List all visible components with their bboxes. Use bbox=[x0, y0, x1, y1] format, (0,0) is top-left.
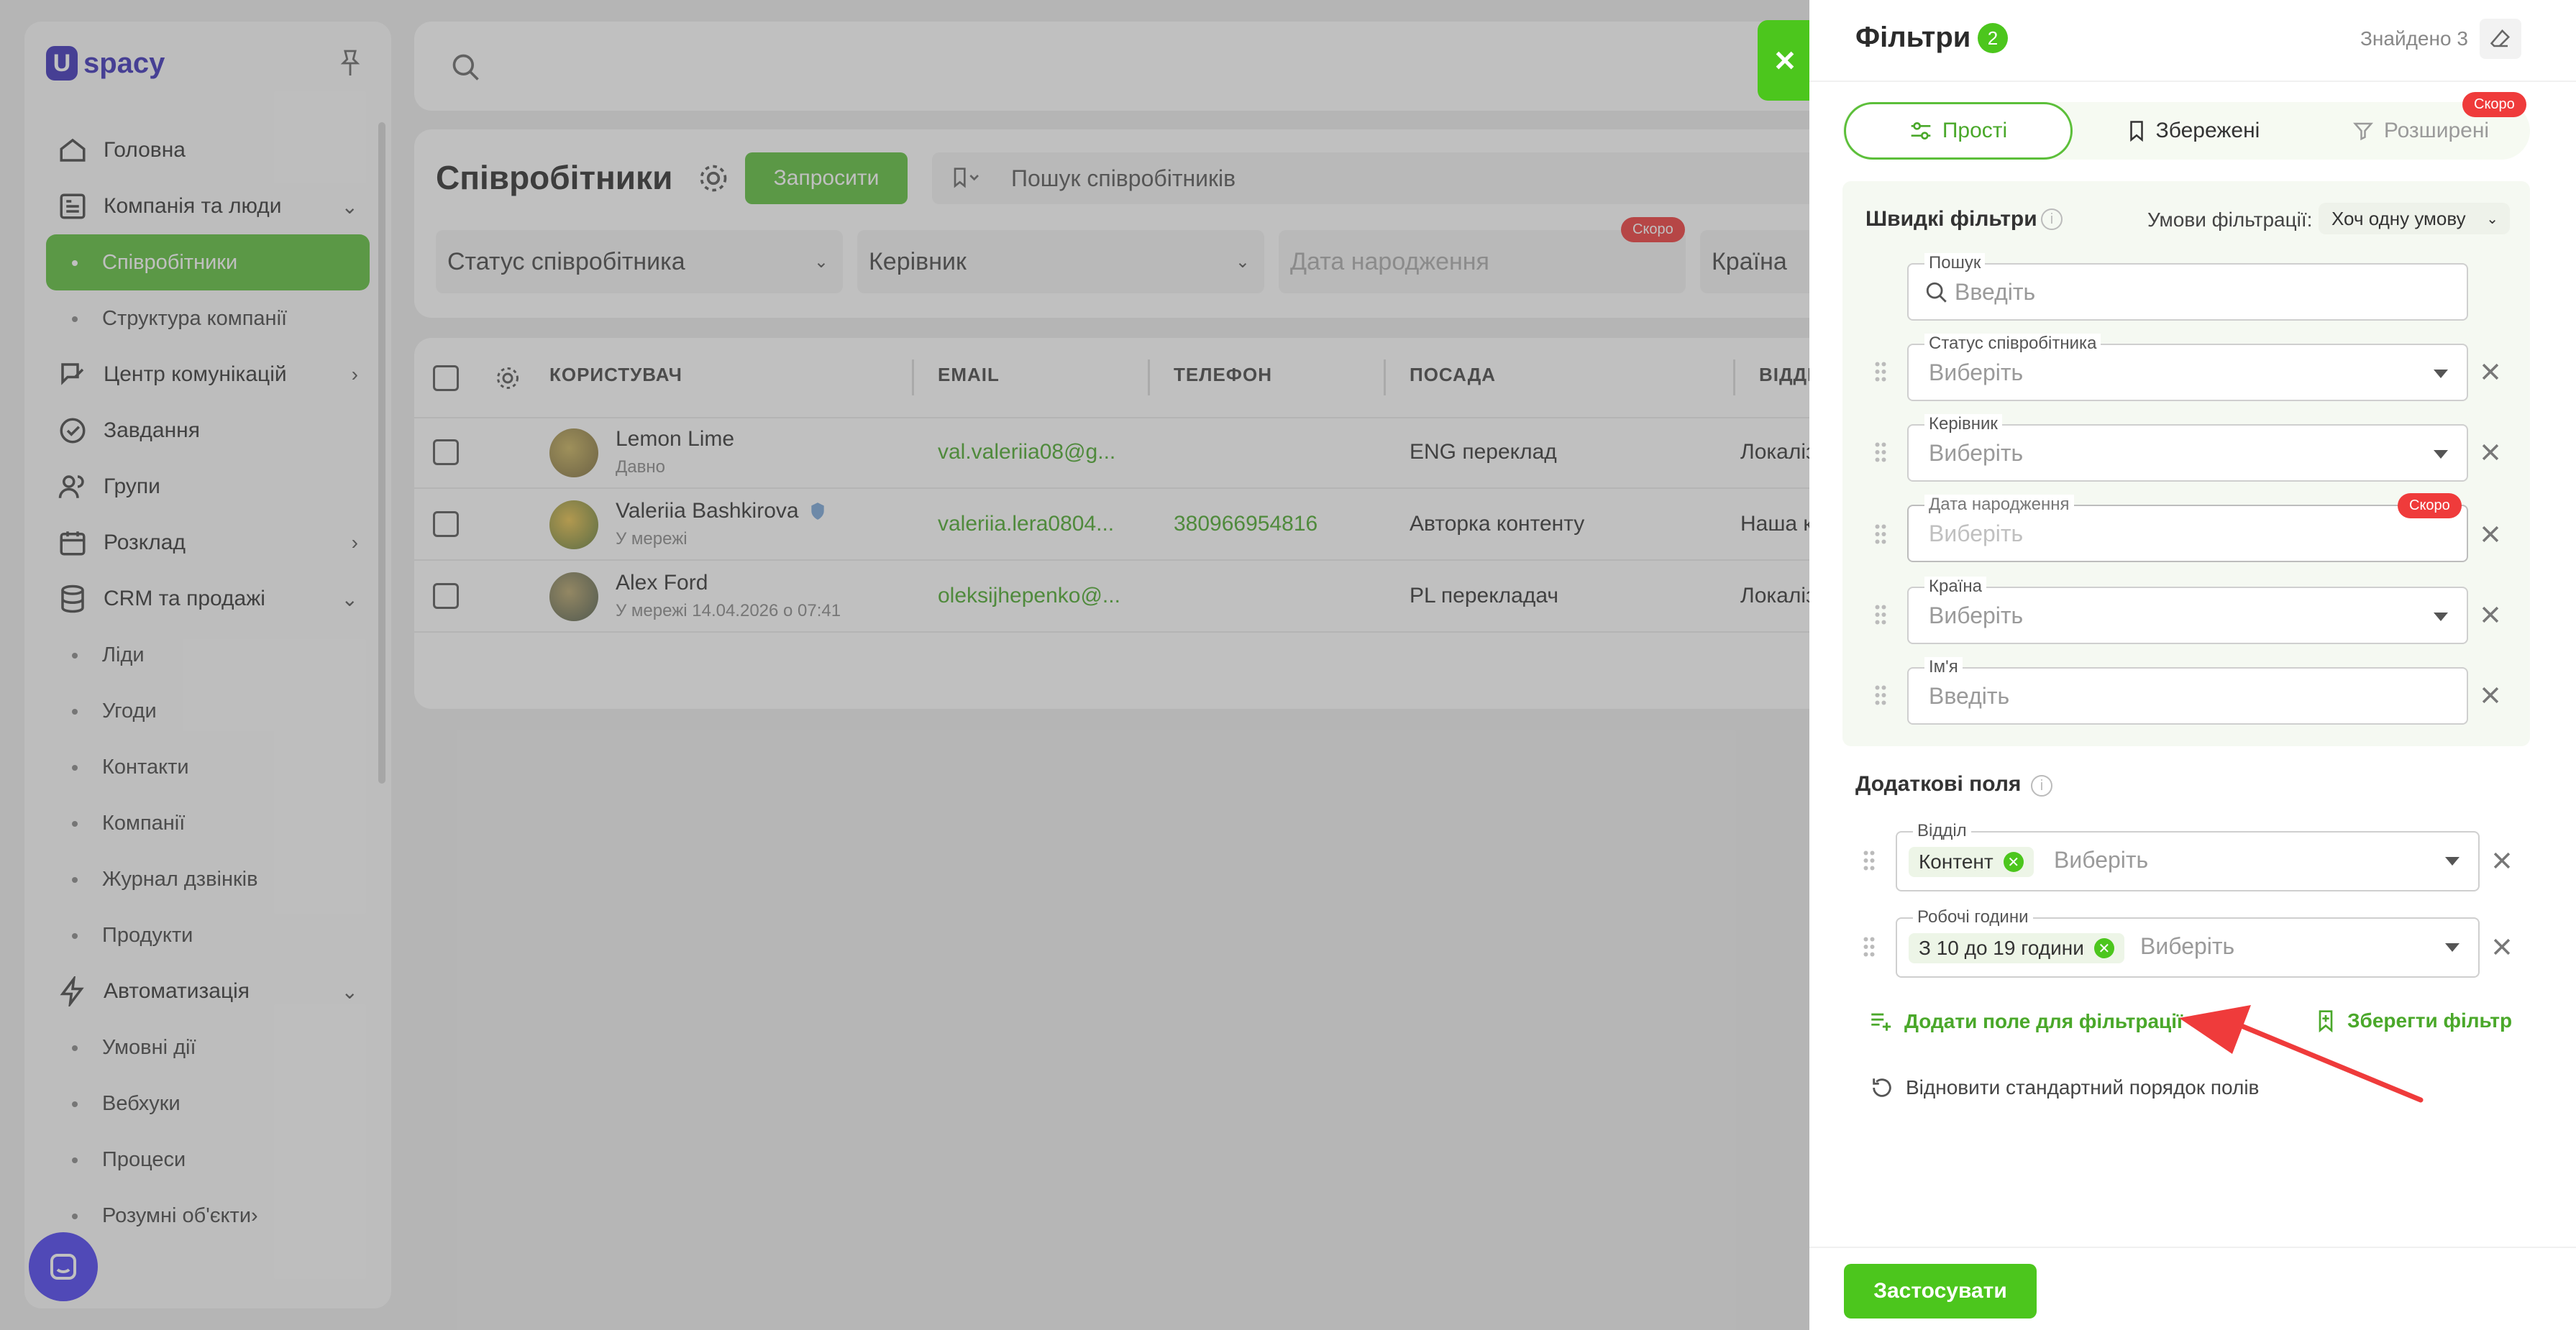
condition-select[interactable]: Хоч одну умову ⌄ bbox=[2319, 203, 2510, 234]
tab-saved[interactable]: Збережені bbox=[2086, 102, 2301, 160]
info-icon[interactable]: i bbox=[2031, 775, 2052, 797]
caret-down-icon bbox=[2445, 857, 2459, 866]
country-select[interactable]: Країна Виберіть bbox=[1907, 577, 2468, 644]
bookmark-icon bbox=[2129, 121, 2143, 142]
name-field[interactable]: Ім'я Введіть bbox=[1907, 657, 2468, 725]
field-label: Ім'я bbox=[1924, 657, 1963, 677]
remove-field-icon[interactable] bbox=[2478, 683, 2503, 707]
field-label: Робочі години bbox=[1913, 907, 2033, 927]
search-field[interactable]: Пошук Введіть bbox=[1907, 253, 2468, 321]
field-label: Керівник bbox=[1924, 414, 2002, 434]
sliders-icon bbox=[1911, 121, 1931, 139]
caret-down-icon bbox=[2434, 370, 2448, 378]
panel-title: Фільтри bbox=[1855, 22, 1971, 53]
modal-overlay[interactable] bbox=[0, 0, 1809, 1330]
results-count: Знайдено 3 bbox=[2360, 27, 2468, 50]
funnel-icon bbox=[2352, 122, 2373, 141]
status-select[interactable]: Статус співробітника Виберіть bbox=[1907, 334, 2468, 401]
chevron-down-icon: ⌄ bbox=[2486, 211, 2498, 227]
add-filter-field-label: Додати поле для фільтрації bbox=[1904, 1010, 2183, 1032]
chip-remove-icon[interactable]: ✕ bbox=[2003, 852, 2024, 872]
select-placeholder: Виберіть bbox=[1929, 359, 2024, 385]
drag-handle-icon[interactable] bbox=[1874, 441, 1887, 463]
close-panel-button[interactable] bbox=[1758, 20, 1812, 101]
department-select[interactable]: Відділ Контент ✕ Виберіть bbox=[1896, 821, 2480, 891]
close-icon bbox=[1776, 51, 1794, 70]
extra-fields-title: Додаткові поля bbox=[1855, 772, 2022, 796]
remove-field-icon[interactable] bbox=[2478, 602, 2503, 627]
field-label: Відділ bbox=[1913, 821, 1971, 841]
divider bbox=[1809, 1247, 2576, 1248]
remove-field-icon[interactable] bbox=[2490, 935, 2514, 959]
caret-down-icon bbox=[2434, 450, 2448, 459]
manager-select[interactable]: Керівник Виберіть bbox=[1907, 414, 2468, 482]
remove-field-icon[interactable] bbox=[2478, 359, 2503, 384]
select-placeholder: Виберіть bbox=[1929, 520, 2024, 546]
drag-handle-icon[interactable] bbox=[1863, 850, 1876, 871]
eraser-icon bbox=[2490, 29, 2511, 47]
field-label: Країна bbox=[1924, 577, 1986, 597]
field-label: Статус співробітника bbox=[1924, 334, 2101, 354]
chip-remove-icon[interactable]: ✕ bbox=[2093, 938, 2114, 958]
divider bbox=[1809, 81, 2576, 82]
search-icon bbox=[1926, 282, 1947, 303]
tab-saved-label: Збережені bbox=[2155, 119, 2260, 142]
field-label: Пошук bbox=[1924, 253, 1986, 273]
reset-icon bbox=[1873, 1078, 1891, 1097]
soon-badge: Скоро bbox=[2462, 92, 2526, 117]
add-list-icon bbox=[1871, 1013, 1891, 1031]
text-placeholder: Введіть bbox=[1929, 683, 2010, 709]
tab-simple-label: Прості bbox=[1942, 119, 2008, 142]
drag-handle-icon[interactable] bbox=[1874, 684, 1887, 706]
clear-filters-button[interactable] bbox=[2480, 19, 2521, 59]
selected-chip: З 10 до 19 години ✕ bbox=[1909, 933, 2124, 963]
condition-value: Хоч одну умову bbox=[2331, 207, 2466, 229]
working-hours-select[interactable]: Робочі години З 10 до 19 години ✕ Вибері… bbox=[1896, 907, 2480, 978]
select-placeholder: Виберіть bbox=[2054, 847, 2149, 873]
birthdate-select: Дата народження Виберіть bbox=[1907, 495, 2468, 562]
select-placeholder: Виберіть bbox=[1929, 440, 2024, 466]
selected-chip: Контент ✕ bbox=[1909, 847, 2034, 877]
drag-handle-icon[interactable] bbox=[1863, 936, 1876, 958]
select-placeholder: Виберіть bbox=[2140, 933, 2235, 959]
reset-field-order-button[interactable]: Відновити стандартний порядок полів bbox=[1870, 1076, 2259, 1100]
tab-simple[interactable]: Прості bbox=[1844, 102, 2073, 160]
caret-down-icon bbox=[2445, 943, 2459, 952]
select-placeholder: Виберіть bbox=[1929, 602, 2024, 628]
search-placeholder: Введіть bbox=[1955, 279, 2036, 305]
apply-button[interactable]: Застосувати bbox=[1844, 1264, 2037, 1318]
active-filter-count: 2 bbox=[1978, 23, 2008, 53]
caret-down-icon bbox=[2434, 613, 2448, 621]
drag-handle-icon[interactable] bbox=[1874, 604, 1887, 625]
remove-field-icon[interactable] bbox=[2478, 440, 2503, 464]
field-label: Дата народження bbox=[1924, 495, 2074, 515]
drag-handle-icon[interactable] bbox=[1874, 361, 1887, 382]
chip-label: Контент bbox=[1919, 850, 1993, 873]
drag-handle-icon[interactable] bbox=[1874, 523, 1887, 545]
info-icon[interactable]: i bbox=[2041, 208, 2063, 230]
tab-advanced-label: Розширені bbox=[2383, 119, 2490, 142]
soon-badge: Скоро bbox=[2398, 493, 2462, 518]
condition-label: Умови фільтрації: bbox=[2147, 208, 2313, 231]
quick-filters-title: Швидкі фільтри bbox=[1865, 207, 2037, 231]
reset-field-order-label: Відновити стандартний порядок полів bbox=[1906, 1076, 2260, 1099]
add-filter-field-button[interactable]: Додати поле для фільтрації bbox=[1868, 1009, 2183, 1034]
chip-label: З 10 до 19 години bbox=[1919, 937, 2084, 959]
remove-field-icon[interactable] bbox=[2490, 848, 2514, 873]
remove-field-icon[interactable] bbox=[2478, 522, 2503, 546]
